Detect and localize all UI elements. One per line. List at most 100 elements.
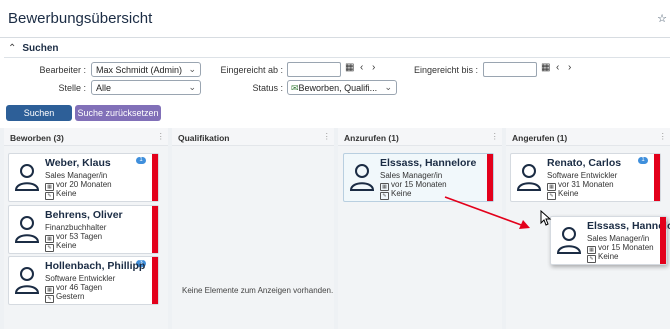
candidate-note: ✎ Keine	[45, 189, 76, 200]
person-icon	[556, 226, 582, 254]
candidate-name: Hollenbach, Phillipp	[45, 260, 146, 272]
chevron-right-icon[interactable]: ›	[568, 62, 571, 73]
column-header: Anzurufen (1) ⋮	[338, 128, 502, 146]
person-icon	[14, 266, 40, 294]
envelope-icon: ✉	[291, 83, 299, 93]
candidate-position: Sales Manager/in	[380, 171, 443, 180]
stelle-select[interactable]: Alle ⌄	[91, 80, 201, 95]
divider	[4, 57, 670, 58]
chevron-down-icon: ⌄	[188, 64, 196, 74]
candidate-position: Sales Manager/in	[587, 234, 650, 243]
person-icon	[14, 215, 40, 243]
comment-icon: ✎	[45, 244, 54, 252]
since-text: vor 15 Monaten	[598, 243, 654, 252]
column-title: Beworben (3)	[10, 133, 64, 143]
status-flag	[487, 154, 493, 201]
note-text: Keine	[56, 189, 77, 198]
since-text: vor 53 Tagen	[56, 232, 103, 241]
comment-icon: ✎	[547, 192, 556, 200]
note-text: Keine	[558, 189, 579, 198]
status-flag	[660, 217, 666, 264]
person-icon	[14, 163, 40, 191]
title-bar: Bewerbungsübersicht ☆	[0, 0, 670, 38]
candidate-name: Weber, Klaus	[45, 157, 111, 169]
candidate-card[interactable]: Behrens, Oliver Finanzbuchhalter ▦ vor 53…	[8, 205, 159, 254]
candidate-note: ✎ Gestern	[45, 292, 84, 303]
candidate-position: Software Entwickler	[45, 274, 116, 283]
candidate-note: ✎ Keine	[380, 189, 411, 200]
status-flag	[152, 206, 158, 253]
eingereicht-bis-label: Eingereicht bis :	[413, 65, 478, 75]
column-qualifikation: Qualifikation ⋮ Keine Elemente zum Anzeig…	[172, 128, 334, 329]
candidate-name: Elssass, Hannelore	[587, 220, 670, 232]
reset-search-button[interactable]: Suche zurücksetzen	[75, 105, 161, 121]
column-title: Qualifikation	[178, 133, 230, 143]
page-title: Bewerbungsübersicht	[8, 10, 153, 27]
stelle-label: Stelle :	[58, 83, 86, 93]
drag-handle-icon[interactable]: ⋮	[323, 131, 332, 142]
status-flag	[654, 154, 660, 201]
person-icon	[516, 163, 542, 191]
dragged-candidate-card[interactable]: Elssass, Hannelore Sales Manager/in ▦vor…	[550, 216, 670, 265]
eingereicht-ab-label: Eingereicht ab :	[220, 65, 283, 75]
bearbeiter-select-value: Max Schmidt (Admin)	[96, 65, 183, 75]
since-text: vor 46 Tagen	[56, 283, 103, 292]
stelle-select-value: Alle	[96, 83, 112, 93]
notification-badge: 1	[136, 157, 146, 164]
chevron-down-icon: ⌄	[188, 82, 196, 92]
drag-handle-icon[interactable]: ⋮	[659, 131, 668, 142]
chevron-left-icon[interactable]: ‹	[556, 62, 559, 73]
since-text: vor 31 Monaten	[558, 180, 614, 189]
candidate-position: Sales Manager/in	[45, 171, 108, 180]
star-icon[interactable]: ☆	[657, 12, 667, 25]
candidate-card[interactable]: 3 Hollenbach, Phillipp Software Entwickl…	[8, 256, 159, 305]
calendar-icon[interactable]: ▦	[541, 62, 550, 73]
candidate-name: Elssass, Hannelore	[380, 157, 477, 169]
candidate-note: ✎ Keine	[547, 189, 578, 200]
eingereicht-bis-input[interactable]	[483, 62, 537, 77]
note-text: Keine	[56, 241, 77, 250]
candidate-position: Finanzbuchhalter	[45, 223, 107, 232]
candidate-card[interactable]: 1 Weber, Klaus Sales Manager/in ▦ vor 20 …	[8, 153, 159, 202]
note-text: Gestern	[56, 292, 85, 301]
candidate-note: ✎ Keine	[587, 252, 618, 263]
status-select[interactable]: ✉Beworben, Qualifi... ⌄	[287, 80, 397, 95]
candidate-name: Behrens, Oliver	[45, 209, 123, 221]
column-header: Beworben (3) ⋮	[4, 128, 168, 146]
comment-icon: ✎	[45, 192, 54, 200]
chevron-left-icon[interactable]: ‹	[360, 62, 363, 73]
note-text: Keine	[391, 189, 412, 198]
note-text: Keine	[598, 252, 619, 261]
chevron-up-icon: ⌃	[8, 43, 17, 54]
notification-badge: 1	[638, 157, 648, 164]
mouse-cursor-icon	[540, 210, 552, 226]
chevron-right-icon[interactable]: ›	[372, 62, 375, 73]
drag-handle-icon[interactable]: ⋮	[491, 131, 500, 142]
candidate-card[interactable]: 1 Renato, Carlos Software Entwickler ▦ vo…	[510, 153, 661, 202]
empty-message: Keine Elemente zum Anzeigen vorhanden.	[182, 286, 334, 295]
status-flag	[152, 154, 158, 201]
column-title: Anzurufen (1)	[344, 133, 399, 143]
drag-handle-icon[interactable]: ⋮	[157, 131, 166, 142]
search-button[interactable]: Suchen	[6, 105, 72, 121]
comment-icon: ✎	[45, 295, 54, 303]
status-label: Status :	[252, 83, 283, 93]
comment-icon: ✎	[587, 255, 596, 263]
search-toggle[interactable]: ⌃ Suchen	[8, 43, 59, 54]
column-header: Qualifikation ⋮	[172, 128, 334, 146]
column-title: Angerufen (1)	[512, 133, 568, 143]
candidate-position: Software Entwickler	[547, 171, 618, 180]
person-icon	[349, 163, 375, 191]
comment-icon: ✎	[380, 192, 389, 200]
bearbeiter-select[interactable]: Max Schmidt (Admin) ⌄	[91, 62, 201, 77]
since-text: vor 20 Monaten	[56, 180, 112, 189]
status-select-value: Beworben, Qualifi...	[298, 83, 378, 93]
calendar-icon[interactable]: ▦	[345, 62, 354, 73]
since-text: vor 15 Monaten	[391, 180, 447, 189]
candidate-card[interactable]: Elssass, Hannelore Sales Manager/in ▦ vor…	[343, 153, 494, 202]
column-header: Angerufen (1) ⋮	[506, 128, 670, 146]
candidate-note: ✎ Keine	[45, 241, 76, 252]
chevron-down-icon: ⌄	[384, 82, 392, 92]
eingereicht-ab-input[interactable]	[287, 62, 341, 77]
bearbeiter-label: Bearbeiter :	[39, 65, 86, 75]
